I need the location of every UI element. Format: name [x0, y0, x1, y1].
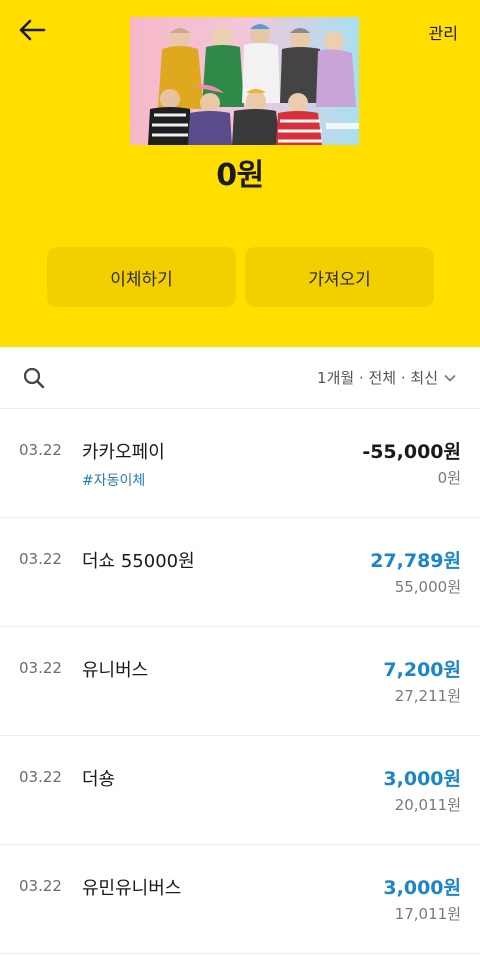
transaction-list: 03.22 카카오페이 #자동이체 -55,000원 0원 03.22 더쇼 5… — [0, 409, 480, 954]
transfer-button[interactable]: 이체하기 — [47, 247, 236, 307]
account-balance: 0원 — [216, 158, 264, 193]
transaction-date: 03.22 — [19, 441, 62, 459]
transaction-date: 03.22 — [19, 550, 62, 568]
transaction-balance: 27,211원 — [394, 687, 461, 705]
transaction-name: 카카오페이 — [82, 442, 165, 463]
transaction-date: 03.22 — [19, 768, 62, 786]
transaction-row[interactable]: 03.22 유니버스 7,200원 27,211원 — [0, 627, 480, 736]
transaction-balance: 20,011원 — [394, 796, 461, 814]
transaction-balance: 55,000원 — [394, 578, 461, 596]
transaction-name: 더쇼 55000원 — [82, 551, 195, 572]
transaction-name: 유민유니버스 — [82, 878, 182, 899]
transaction-amount: 3,000원 — [383, 768, 461, 790]
transaction-name: 더숑 — [82, 769, 116, 790]
group-photo-banner — [130, 17, 359, 145]
fetch-button[interactable]: 가져오기 — [245, 247, 434, 307]
transaction-amount: 3,000원 — [383, 877, 461, 899]
transaction-amount: 27,789원 — [370, 550, 461, 572]
filter-dropdown[interactable]: 1개월 · 전체 · 최신 — [317, 367, 456, 388]
transaction-row[interactable]: 03.22 더숑 3,000원 20,011원 — [0, 736, 480, 845]
auto-transfer-tag[interactable]: #자동이체 — [82, 470, 145, 490]
transaction-name: 유니버스 — [82, 660, 149, 681]
search-icon[interactable] — [22, 366, 46, 390]
transaction-amount: -55,000원 — [362, 441, 461, 463]
transaction-row[interactable]: 03.22 더쇼 55000원 27,789원 55,000원 — [0, 518, 480, 627]
transaction-balance: 17,011원 — [394, 905, 461, 923]
manage-button[interactable]: 관리 — [429, 20, 458, 44]
back-button[interactable] — [14, 14, 50, 46]
chevron-down-icon — [444, 374, 456, 382]
account-header: 관리 0원 이체하기 가져오기 — [0, 0, 480, 347]
transaction-amount: 7,200원 — [383, 659, 461, 681]
transaction-row[interactable]: 03.22 유민유니버스 3,000원 17,011원 — [0, 845, 480, 954]
transaction-date: 03.22 — [19, 659, 62, 677]
transaction-date: 03.22 — [19, 877, 62, 895]
transaction-row[interactable]: 03.22 카카오페이 #자동이체 -55,000원 0원 — [0, 409, 480, 518]
arrow-left-icon — [19, 19, 46, 41]
transaction-balance: 0원 — [437, 469, 461, 487]
filter-bar: 1개월 · 전체 · 최신 — [0, 347, 480, 409]
filter-label: 1개월 · 전체 · 최신 — [317, 369, 438, 387]
